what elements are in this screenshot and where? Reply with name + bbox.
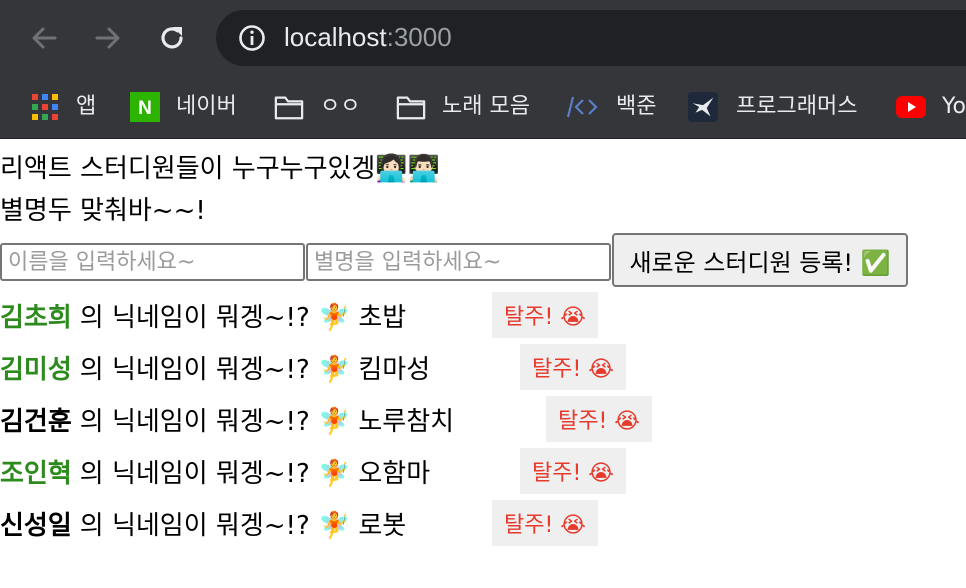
member-nickname: 초밥: [358, 302, 407, 333]
bookmark-folder-songs[interactable]: 노래 모음: [396, 86, 530, 128]
programmers-icon: [688, 92, 718, 122]
bookmarks-bar: 앱 N 네이버 ㅇㅇ 노래 모음 백준 프로그래머스 Yo: [0, 76, 966, 139]
page-heading: 리액트 스터디원들이 누구누구있겡👩🏻‍💻👨🏻‍💻: [0, 154, 441, 184]
name-input[interactable]: [0, 243, 305, 281]
register-button[interactable]: 새로운 스터디원 등록! ✅: [612, 233, 908, 287]
member-row: 김미성 의 닉네임이 뭐겡~!? 🧚 킴마성 탈주! 😭: [0, 344, 700, 390]
forward-arrow-icon: [95, 27, 120, 49]
leave-button[interactable]: 탈주! 😭: [520, 344, 626, 390]
member-row: 신성일 의 닉네임이 뭐겡~!? 🧚 로봇 탈주! 😭: [0, 500, 700, 546]
reload-icon: [161, 27, 183, 49]
member-nickname: 노루참치: [358, 406, 455, 437]
leave-button[interactable]: 탈주! 😭: [546, 396, 652, 442]
naver-icon: N: [130, 92, 160, 122]
bookmark-baekjoon[interactable]: 백준: [566, 86, 656, 128]
member-question-text: 의 닉네임이 뭐겡~!? 🧚: [79, 354, 351, 385]
leave-button[interactable]: 탈주! 😭: [520, 448, 626, 494]
member-name: 김미성: [0, 354, 72, 385]
member-row: 김초희 의 닉네임이 뭐겡~!? 🧚 초밥 탈주! 😭: [0, 292, 700, 338]
info-icon: [239, 25, 265, 51]
bookmark-naver[interactable]: N 네이버: [130, 86, 237, 128]
bookmark-label: 프로그래머스: [736, 94, 858, 119]
member-name: 김초희: [0, 302, 72, 333]
reload-button[interactable]: [152, 18, 192, 58]
bookmark-programmers[interactable]: 프로그래머스: [688, 86, 857, 128]
member-name: 김건훈: [0, 406, 72, 437]
bookmark-label: 네이버: [176, 94, 237, 119]
member-question-text: 의 닉네임이 뭐겡~!? 🧚: [79, 302, 351, 333]
bookmark-folder-oo[interactable]: ㅇㅇ: [274, 86, 360, 128]
forward-button[interactable]: [88, 18, 128, 58]
page-subheading: 별명두 맞춰바~~!: [0, 196, 206, 226]
member-name: 조인혁: [0, 458, 72, 489]
folder-icon: [274, 92, 304, 122]
bookmark-label: 노래 모음: [442, 94, 530, 119]
bookmark-label: 앱: [76, 94, 97, 119]
member-name: 신성일: [0, 510, 72, 541]
bookmark-label: Yo: [942, 94, 966, 119]
member-nickname: 로봇: [358, 510, 407, 541]
url-port: :3000: [386, 22, 452, 52]
member-nickname: 오함마: [358, 458, 431, 489]
address-bar[interactable]: localhost:3000: [216, 10, 966, 66]
member-question-text: 의 닉네임이 뭐겡~!? 🧚: [79, 458, 351, 489]
leave-button[interactable]: 탈주! 😭: [492, 500, 598, 546]
back-arrow-icon: [32, 27, 57, 49]
leave-button[interactable]: 탈주! 😭: [492, 292, 598, 338]
member-question-text: 의 닉네임이 뭐겡~!? 🧚: [79, 510, 351, 541]
nickname-input[interactable]: [306, 243, 611, 281]
back-button[interactable]: [24, 18, 64, 58]
bookmark-label: 백준: [616, 94, 657, 119]
member-row: 김건훈 의 닉네임이 뭐겡~!? 🧚 노루참치 탈주! 😭: [0, 396, 700, 442]
url-host: localhost: [284, 22, 387, 52]
code-icon: [566, 92, 600, 122]
member-nickname: 킴마성: [358, 354, 431, 385]
bookmark-youtube[interactable]: Yo: [896, 86, 966, 128]
apps-grid-icon: [30, 92, 60, 122]
bookmark-label: ㅇㅇ: [320, 94, 361, 119]
url-text: localhost:3000: [284, 22, 452, 52]
member-question-text: 의 닉네임이 뭐겡~!? 🧚: [79, 406, 351, 437]
folder-icon: [396, 92, 426, 122]
naver-logo-letter: N: [138, 98, 152, 119]
bookmark-apps[interactable]: 앱: [30, 86, 96, 128]
member-row: 조인혁 의 닉네임이 뭐겡~!? 🧚 오함마 탈주! 😭: [0, 448, 700, 494]
browser-toolbar: localhost:3000: [0, 0, 966, 76]
page-content: 리액트 스터디원들이 누구누구있겡👩🏻‍💻👨🏻‍💻 별명두 맞춰바~~! 새로운…: [0, 139, 966, 588]
youtube-icon: [896, 92, 926, 122]
